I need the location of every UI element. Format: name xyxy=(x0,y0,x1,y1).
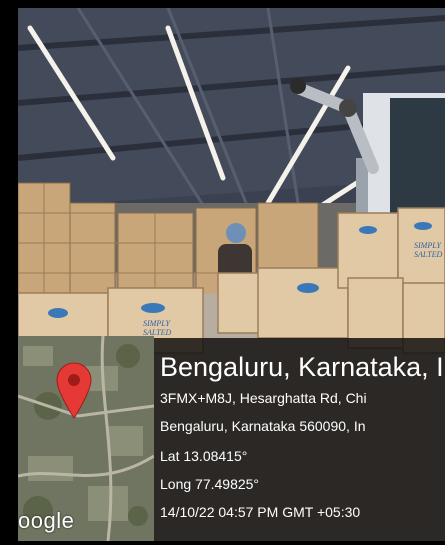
carton-label-line1-right: SIMPLY xyxy=(414,241,443,250)
geotag-info-panel: Bengaluru, Karnataka, I 3FMX+M8J, Hesarg… xyxy=(154,338,445,541)
carton-label-line1: SIMPLY xyxy=(143,319,172,328)
location-title: Bengaluru, Karnataka, I xyxy=(160,352,444,382)
carton-label-line2-right: SALTED xyxy=(414,250,443,259)
map-attribution: oogle xyxy=(18,508,75,533)
timestamp-text: 14/10/22 04:57 PM GMT +05:30 xyxy=(160,504,361,520)
address-line-1: 3FMX+M8J, Hesarghatta Rd, Chi xyxy=(160,390,367,406)
address-line-2: Bengaluru, Karnataka 560090, In xyxy=(160,418,366,434)
longitude-text: Long 77.49825° xyxy=(160,476,260,492)
map-pin-icon xyxy=(56,362,92,419)
latitude-text: Lat 13.08415° xyxy=(160,448,248,464)
geotag-photo-frame: SIMPLY SALTED SIMPLY SALTED oogle Bengal… xyxy=(0,0,445,545)
